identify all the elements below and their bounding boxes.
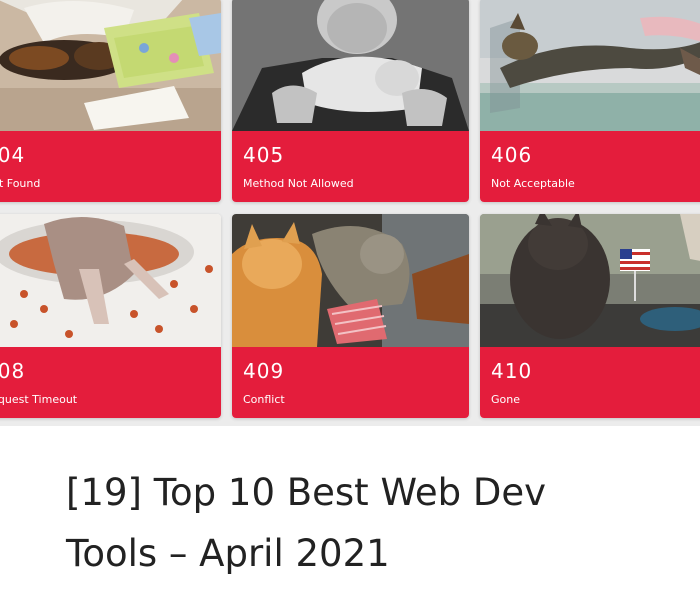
article-section: [19] Top 10 Best Web Dev Tools – April 2… [0, 426, 700, 595]
status-text: Gone [491, 393, 520, 406]
status-card-404[interactable]: 404 Not Found [0, 0, 221, 202]
card-footer: 409 Conflict [232, 347, 469, 418]
status-code: 408 [0, 359, 26, 383]
status-card-409[interactable]: 409 Conflict [232, 214, 469, 418]
card-footer: 406 Not Acceptable [480, 131, 700, 202]
status-code: 409 [243, 359, 285, 383]
article-title-link[interactable]: [19] Top 10 Best Web Dev Tools – April 2… [66, 462, 626, 584]
card-footer: 408 Request Timeout [0, 347, 221, 418]
status-text: Request Timeout [0, 393, 78, 406]
status-text: Not Found [0, 177, 41, 190]
status-card-408[interactable]: 408 Request Timeout [0, 214, 221, 418]
status-code-card-grid: 404 Not Found 405 Method Not Allowed [0, 0, 700, 426]
cat-photo [0, 0, 221, 131]
cat-photo [232, 214, 469, 347]
status-code: 405 [243, 143, 285, 167]
status-code: 404 [0, 143, 26, 167]
status-text: Conflict [243, 393, 285, 406]
cat-photo [480, 0, 700, 131]
status-text: Not Acceptable [491, 177, 575, 190]
cat-photo [0, 214, 221, 347]
status-code: 406 [491, 143, 533, 167]
status-card-405[interactable]: 405 Method Not Allowed [232, 0, 469, 202]
card-footer: 405 Method Not Allowed [232, 131, 469, 202]
status-card-406[interactable]: 406 Not Acceptable [480, 0, 700, 202]
status-code: 410 [491, 359, 533, 383]
cat-photo [232, 0, 469, 131]
card-footer: 404 Not Found [0, 131, 221, 202]
status-text: Method Not Allowed [243, 177, 354, 190]
card-footer: 410 Gone [480, 347, 700, 418]
status-card-410[interactable]: 410 Gone [480, 214, 700, 418]
cat-photo [480, 214, 700, 347]
